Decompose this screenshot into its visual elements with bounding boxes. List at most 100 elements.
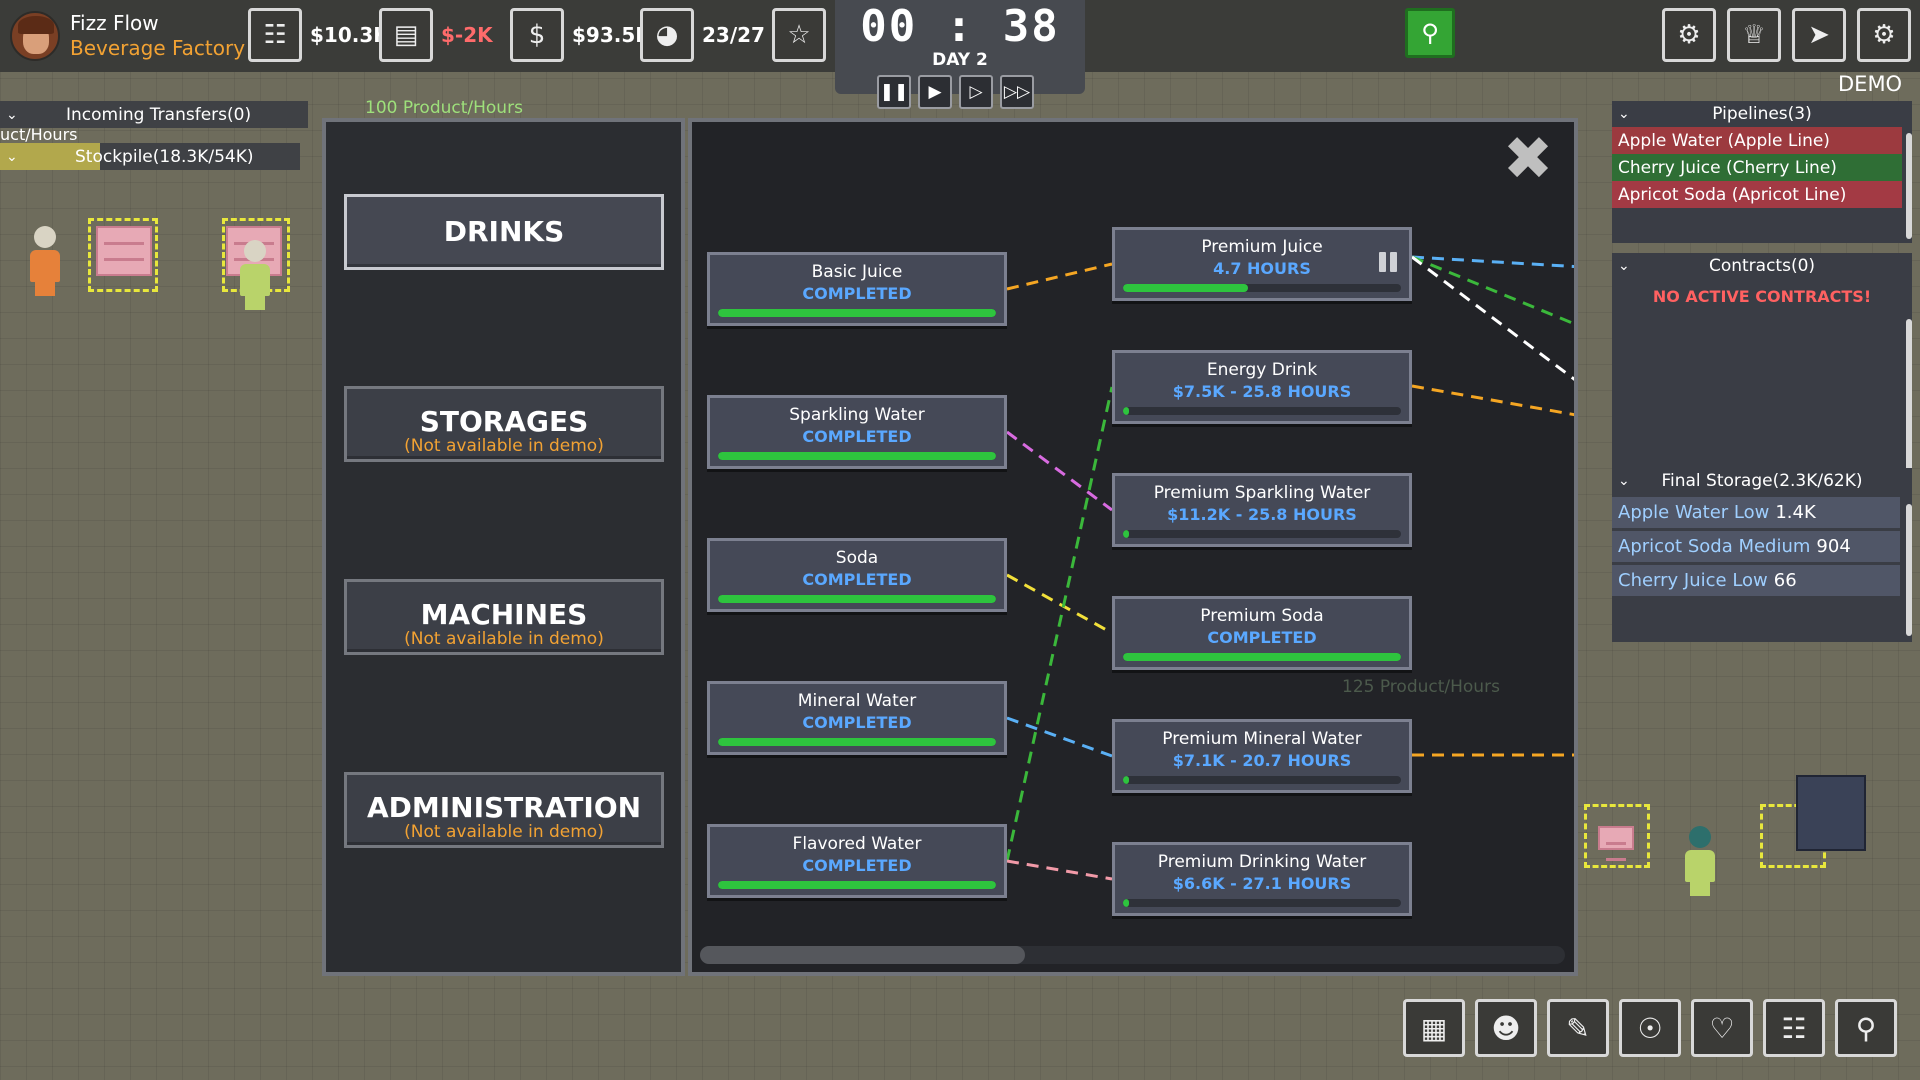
storage-item[interactable]: Apricot Soda Medium 904 [1612, 531, 1900, 562]
research-progress-fill [1123, 899, 1129, 907]
pipelines-scrollbar[interactable] [1906, 133, 1912, 239]
research-progress-fill [1123, 653, 1401, 661]
research-node[interactable]: Premium Soda COMPLETED [1112, 596, 1412, 670]
contracts-scrollbar[interactable] [1906, 319, 1912, 485]
pipeline-item[interactable]: Cherry Juice (Cherry Line) [1612, 154, 1902, 181]
research-node-status: COMPLETED [802, 427, 912, 446]
storage-item[interactable]: Cherry Juice Low 66 [1612, 565, 1900, 596]
pause-button[interactable]: ❚❚ [877, 75, 911, 109]
close-icon: ✖ [1502, 124, 1554, 194]
cash-stat[interactable]: ☷ $10.3K [248, 8, 389, 62]
research-node-status: COMPLETED [802, 570, 912, 589]
worker-sprite[interactable] [30, 226, 60, 296]
money-bag-icon: $ [510, 8, 564, 62]
research-node-status: $7.1K - 20.7 HOURS [1172, 751, 1352, 770]
trophy-button[interactable]: ♕ [1727, 8, 1781, 62]
final-storage-title: Final Storage(2.3K/62K) [1661, 471, 1863, 491]
research-node[interactable]: Mineral Water COMPLETED [707, 681, 1007, 755]
analytics-magnifier-icon: ⚲ [1855, 1011, 1877, 1045]
research-tree-panel: 125 Product/Hours Basic Juice COMPLETED Sp… [688, 118, 1578, 976]
storage-item-qty: 904 [1816, 536, 1851, 557]
pipelines-header[interactable]: ⌄ Pipelines(3) [1612, 101, 1912, 127]
research-node[interactable]: Soda COMPLETED [707, 538, 1007, 612]
balance-stat[interactable]: ▤ $-2K [379, 8, 493, 62]
research-progress-fill [718, 738, 996, 746]
research-node-name: Premium Drinking Water [1157, 852, 1367, 872]
research-node[interactable]: Premium Mineral Water $7.1K - 20.7 HOURS [1112, 719, 1412, 793]
pipeline-item[interactable]: Apple Water (Apple Line) [1612, 127, 1902, 154]
incoming-transfers-label: Incoming Transfers(0) [66, 104, 252, 125]
storage-item[interactable]: Apple Water Low 1.4K [1612, 497, 1900, 528]
recipes-button[interactable]: ♡ [1691, 999, 1753, 1057]
category-note: (Not available in demo) [404, 629, 604, 649]
category-drinks-button[interactable]: DRINKS [344, 194, 664, 270]
assets-value: $93.5K [572, 23, 651, 47]
research-progress-fill [718, 595, 996, 603]
production-chain-button[interactable]: ☷ [1763, 999, 1825, 1057]
ceo-avatar[interactable] [10, 11, 60, 61]
category-administration-button[interactable]: ADMINISTRATION (Not available in demo) [344, 772, 664, 848]
worker-sprite[interactable] [240, 240, 270, 310]
analytics-button[interactable]: ⚲ [1835, 999, 1897, 1057]
build-machine-icon: ▦ [1420, 1011, 1448, 1045]
close-button[interactable]: ✖ [1502, 129, 1554, 189]
research-progress-fill [718, 309, 996, 317]
final-storage-header[interactable]: ⌄ Final Storage(2.3K/62K) [1612, 468, 1912, 494]
research-node[interactable]: Basic Juice COMPLETED [707, 252, 1007, 326]
category-title: ADMINISTRATION [366, 791, 642, 824]
star-icon: ☆ [772, 8, 826, 62]
final-storage-scrollbar[interactable] [1906, 504, 1912, 636]
shop-button[interactable]: ☉ [1619, 999, 1681, 1057]
horizontal-scrollbar[interactable] [700, 946, 1565, 964]
research-link-line [1006, 430, 1113, 512]
research-link-line [1411, 384, 1574, 417]
contracts-button[interactable]: ✎ [1547, 999, 1609, 1057]
scrollbar-thumb[interactable] [700, 946, 1025, 964]
reputation-stat[interactable]: ☆ [772, 8, 826, 62]
play-icon: ▶ [928, 82, 942, 102]
research-progress-fill [1123, 407, 1129, 415]
rocket-button[interactable]: ➤ [1792, 8, 1846, 62]
research-progress-bar [718, 881, 996, 889]
category-storages-button[interactable]: STORAGES (Not available in demo) [344, 386, 664, 462]
balance-value: $-2K [441, 23, 493, 47]
storage-item-name: Cherry Juice Low [1618, 570, 1768, 591]
stockpile-header[interactable]: ⌄ Stockpile(18.3K/54K) [0, 143, 300, 170]
play-button[interactable]: ▶ [918, 75, 952, 109]
product-crate[interactable] [1598, 826, 1634, 861]
build-machine-button[interactable]: ▦ [1403, 999, 1465, 1057]
research-node[interactable]: Premium Juice 4.7 HOURS [1112, 227, 1412, 301]
research-progress-bar [1123, 530, 1401, 538]
fast-forward-button[interactable]: ▷ [959, 75, 993, 109]
resources-button[interactable]: ⚙ [1662, 8, 1716, 62]
hire-worker-button[interactable]: ☻ [1475, 999, 1537, 1057]
research-node-name: Premium Sparkling Water [1153, 483, 1371, 503]
machine-sprite[interactable] [1796, 775, 1866, 851]
background-production-label: 125 Product/Hours [1342, 677, 1500, 697]
analysis-button[interactable]: ⚲ [1405, 8, 1455, 58]
company-name: Fizz Flow [70, 11, 159, 35]
research-node-status: COMPLETED [802, 856, 912, 875]
research-node[interactable]: Sparkling Water COMPLETED [707, 395, 1007, 469]
pipeline-item[interactable]: Apricot Soda (Apricot Line) [1612, 181, 1902, 208]
research-progress-bar [718, 309, 996, 317]
workers-stat[interactable]: ◕ 23/27 [640, 8, 765, 62]
research-progress-bar [1123, 899, 1401, 907]
pause-icon[interactable] [1379, 252, 1399, 272]
research-progress-fill [1123, 530, 1129, 538]
research-node[interactable]: Energy Drink $7.5K - 25.8 HOURS [1112, 350, 1412, 424]
research-node[interactable]: Flavored Water COMPLETED [707, 824, 1007, 898]
category-title: MACHINES [420, 598, 588, 631]
fastest-forward-button[interactable]: ▷▷ [1000, 75, 1034, 109]
worker-sprite[interactable] [1685, 826, 1715, 896]
storage-item-name: Apricot Soda Medium [1618, 536, 1811, 557]
research-node[interactable]: Premium Drinking Water $6.6K - 27.1 HOURS [1112, 842, 1412, 916]
research-node-name: Flavored Water [792, 834, 922, 854]
assets-stat[interactable]: $ $93.5K [510, 8, 651, 62]
research-node-status: $7.5K - 25.8 HOURS [1172, 382, 1352, 401]
settings-button[interactable]: ⚙ [1857, 8, 1911, 62]
category-machines-button[interactable]: MACHINES (Not available in demo) [344, 579, 664, 655]
contracts-header[interactable]: ⌄ Contracts(0) [1612, 253, 1912, 279]
research-node[interactable]: Premium Sparkling Water $11.2K - 25.8 HOU… [1112, 473, 1412, 547]
incoming-transfers-header[interactable]: ⌄ Incoming Transfers(0) [0, 101, 308, 128]
